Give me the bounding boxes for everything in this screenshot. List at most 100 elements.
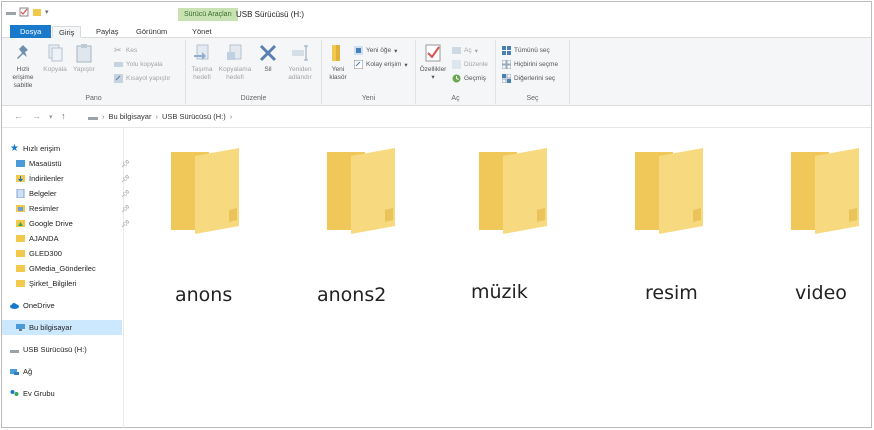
nav-item-ajanda[interactable]: AJANDA bbox=[16, 231, 136, 246]
copy-label: Kopyala bbox=[43, 66, 67, 73]
file-list: anons anons2 müzik resim video bbox=[125, 128, 873, 428]
copy-path-icon bbox=[114, 62, 123, 67]
nav-network[interactable]: Ağ bbox=[10, 364, 130, 379]
nav-network-label: Ağ bbox=[23, 367, 33, 376]
new-item-dropdown-icon: ▾ bbox=[394, 47, 398, 55]
folder-item[interactable]: anons2 bbox=[291, 146, 411, 316]
new-item-button[interactable]: Yeni öğe ▾ bbox=[354, 46, 397, 55]
pin-quick-access-button[interactable]: Hızlı erişime sabitle bbox=[6, 42, 40, 90]
nav-item-downloads[interactable]: İndirilenler 📌︎ bbox=[16, 171, 136, 186]
cloud-icon bbox=[10, 303, 19, 309]
group-open-label: Aç bbox=[451, 95, 460, 102]
breadcrumb-this-pc[interactable]: Bu bilgisayar bbox=[109, 112, 152, 121]
nav-homegroup[interactable]: Ev Grubu bbox=[10, 386, 130, 401]
usb-drive-icon bbox=[10, 350, 19, 353]
folder-icon bbox=[16, 250, 25, 257]
rename-button[interactable]: Yeniden adlandır bbox=[282, 42, 318, 82]
nav-item-label: Resimler bbox=[29, 204, 59, 213]
new-item-icon bbox=[354, 46, 363, 55]
cut-button[interactable]: ✂ Kes bbox=[114, 46, 137, 55]
address-row: ← → ▾ ↑ › Bu bilgisayar › USB Sürücüsü (… bbox=[2, 106, 871, 128]
nav-homegroup-label: Ev Grubu bbox=[23, 389, 55, 398]
select-none-button[interactable]: Hiçbirini seçme bbox=[502, 60, 558, 69]
homegroup-icon bbox=[10, 390, 19, 396]
nav-item-sirket-bilgileri[interactable]: Şirket_Bilgileri bbox=[16, 276, 136, 291]
history-label: Geçmiş bbox=[464, 75, 487, 82]
folder-item[interactable]: video bbox=[755, 146, 874, 316]
invert-selection-button[interactable]: Diğerlerini seç bbox=[502, 74, 555, 83]
explorer-window: ▾ Sürücü Araçları USB Sürücüsü (H:) Dosy… bbox=[1, 1, 872, 428]
delete-button[interactable]: Sil bbox=[256, 42, 280, 74]
breadcrumb-usb-drive[interactable]: USB Sürücüsü (H:) bbox=[162, 112, 226, 121]
edit-label: Düzenle bbox=[464, 61, 488, 68]
drive-icon[interactable] bbox=[6, 7, 16, 17]
paste-button[interactable]: Yapıştır bbox=[70, 42, 98, 74]
nav-item-pictures[interactable]: Resimler 📌︎ bbox=[16, 201, 136, 216]
copy-button[interactable]: Kopyala bbox=[42, 42, 68, 74]
easy-access-dropdown-icon: ▾ bbox=[404, 61, 408, 69]
folder-item[interactable]: anons bbox=[135, 146, 255, 316]
nav-item-documents[interactable]: Belgeler 📌︎ bbox=[16, 186, 136, 201]
tab-home[interactable]: Giriş bbox=[52, 26, 82, 38]
group-select-label: Seç bbox=[526, 95, 539, 102]
properties-button[interactable]: Özellikler ▾ bbox=[418, 42, 448, 82]
group-select: Tümünü seç Hiçbirini seçme Diğerlerini s… bbox=[496, 40, 570, 104]
recent-dropdown-icon[interactable]: ▾ bbox=[49, 113, 53, 121]
breadcrumb-separator-icon: › bbox=[229, 112, 233, 121]
folder-item[interactable]: resim bbox=[599, 146, 719, 316]
qat-dropdown-icon[interactable]: ▾ bbox=[45, 8, 49, 16]
forward-arrow-icon[interactable]: → bbox=[32, 111, 41, 121]
group-organize-label: Düzenle bbox=[240, 95, 267, 102]
nav-this-pc[interactable]: Bu bilgisayar bbox=[2, 320, 122, 335]
select-all-button[interactable]: Tümünü seç bbox=[502, 46, 550, 55]
breadcrumb-separator-icon: › bbox=[155, 112, 158, 121]
open-button[interactable]: Aç ▾ bbox=[452, 46, 478, 55]
properties-icon[interactable] bbox=[19, 7, 29, 17]
nav-item-label: GLED300 bbox=[29, 249, 62, 258]
folder-icon bbox=[635, 148, 703, 234]
properties-dropdown-icon: ▾ bbox=[431, 74, 435, 81]
delete-x-icon bbox=[259, 44, 277, 62]
nav-onedrive-label: OneDrive bbox=[23, 301, 55, 310]
nav-item-gmedia[interactable]: GMedia_Gönderilec bbox=[16, 261, 136, 276]
nav-quick-access[interactable]: ★ Hızlı erişim bbox=[10, 141, 130, 156]
back-arrow-icon[interactable]: ← bbox=[14, 111, 23, 121]
context-tab-drive-tools: Sürücü Araçları bbox=[178, 8, 238, 21]
copy-to-button[interactable]: Kopyalama hedefi bbox=[218, 42, 252, 82]
nav-item-label: Şirket_Bilgileri bbox=[29, 279, 77, 288]
select-none-icon bbox=[502, 60, 511, 69]
easy-access-button[interactable]: Kolay erişim ▾ bbox=[354, 60, 408, 69]
paste-shortcut-button[interactable]: Kısayol yapıştır bbox=[114, 74, 170, 83]
folder-icon bbox=[479, 148, 547, 234]
tab-share[interactable]: Paylaş bbox=[90, 26, 125, 38]
group-clipboard-label: Pano bbox=[85, 95, 102, 102]
downloads-folder-icon bbox=[16, 175, 25, 182]
tab-manage[interactable]: Yönet bbox=[186, 26, 218, 38]
ribbon-tabs: Dosya Giriş Paylaş Görünüm Yönet bbox=[2, 24, 871, 38]
history-button[interactable]: Geçmiş bbox=[452, 74, 486, 83]
tab-view[interactable]: Görünüm bbox=[130, 26, 173, 38]
copy-path-label: Yolu kopyala bbox=[126, 61, 163, 68]
move-to-label: Taşıma hedefi bbox=[191, 66, 213, 81]
nav-item-desktop[interactable]: Masaüstü 📌︎ bbox=[16, 156, 136, 171]
nav-quick-access-label: Hızlı erişim bbox=[23, 144, 61, 153]
copy-path-button[interactable]: Yolu kopyala bbox=[114, 60, 163, 69]
new-folder-button[interactable]: Yeni klasör bbox=[324, 42, 352, 82]
new-folder-icon[interactable] bbox=[32, 7, 42, 17]
nav-usb-drive[interactable]: USB Sürücüsü (H:) bbox=[10, 342, 130, 357]
group-clipboard: Hızlı erişime sabitle Kopyala Yapıştır ✂… bbox=[2, 40, 186, 104]
move-to-button[interactable]: Taşıma hedefi bbox=[188, 42, 216, 82]
nav-item-gled300[interactable]: GLED300 bbox=[16, 246, 136, 261]
open-icon bbox=[452, 47, 461, 54]
up-arrow-icon[interactable]: ↑ bbox=[61, 111, 66, 121]
folder-icon bbox=[327, 148, 395, 234]
nav-onedrive[interactable]: OneDrive bbox=[10, 298, 130, 313]
nav-item-google-drive[interactable]: Google Drive 📌︎ bbox=[16, 216, 136, 231]
edit-button[interactable]: Düzenle bbox=[452, 60, 488, 69]
folder-icon bbox=[16, 265, 25, 272]
tab-file[interactable]: Dosya bbox=[10, 25, 52, 38]
folder-item[interactable]: müzik bbox=[443, 146, 563, 316]
documents-folder-icon bbox=[16, 189, 25, 198]
edit-icon bbox=[452, 60, 461, 69]
star-icon: ★ bbox=[10, 143, 19, 154]
